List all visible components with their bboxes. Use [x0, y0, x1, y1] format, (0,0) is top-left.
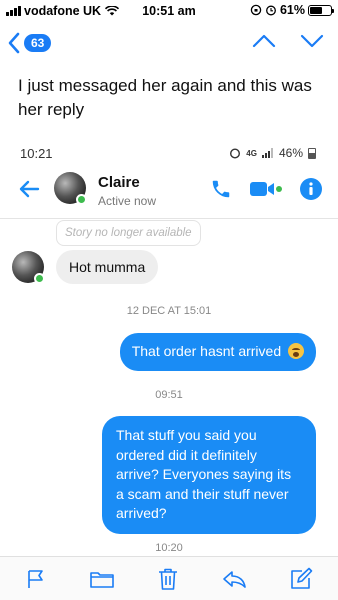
down-chevron-icon[interactable] [300, 34, 324, 48]
alarm-icon [230, 148, 241, 159]
folder-button[interactable] [89, 568, 115, 590]
reply-button[interactable] [221, 568, 247, 590]
incoming-message: Hot mumma [56, 250, 159, 284]
message-timestamp: 12 DEC AT 15:01 [126, 305, 212, 317]
info-icon[interactable] [300, 178, 322, 200]
message-text: That order hasnt arrived [131, 343, 282, 359]
mail-toolbar [0, 556, 338, 600]
message-timestamp: 09:51 [155, 389, 183, 401]
status-bar: vodafone UK 10:51 am 61% [0, 0, 338, 22]
orientation-lock-icon [250, 4, 262, 16]
back-chevron-icon [8, 32, 20, 54]
unread-count-badge: 63 [24, 34, 52, 52]
flag-icon [28, 569, 43, 588]
fearful-face-emoji-icon [288, 343, 304, 359]
screenshot-time: 10:21 [20, 146, 53, 161]
outgoing-message: That stuff you said you ordered did it d… [102, 416, 316, 534]
compose-icon [291, 567, 313, 589]
battery-icon [308, 147, 316, 159]
folder-icon [90, 571, 114, 588]
mail-nav-bar: 63 [0, 22, 338, 66]
video-call-icon[interactable] [250, 180, 282, 198]
network-label: 4G [246, 148, 257, 158]
contact-avatar[interactable] [54, 172, 87, 205]
conversation-header: Claire Active now [0, 170, 338, 210]
battery-percent: 61% [279, 3, 305, 17]
contact-name: Claire [98, 174, 140, 191]
compose-button[interactable] [289, 567, 313, 591]
trash-icon [159, 568, 177, 590]
flag-button[interactable] [25, 568, 47, 590]
signal-icon [261, 148, 273, 158]
contact-status: Active now [98, 194, 157, 208]
sender-avatar[interactable] [12, 251, 45, 284]
trash-button[interactable] [157, 567, 179, 591]
messenger-screenshot: 10:21 4G 46% Claire Active now Story no … [0, 138, 338, 558]
phone-icon[interactable] [210, 178, 232, 200]
back-arrow-icon[interactable] [18, 180, 40, 198]
post-text: I just messaged her again and this was h… [18, 76, 312, 119]
battery-icon [308, 4, 334, 16]
back-button[interactable]: 63 [8, 32, 52, 54]
header-divider [0, 218, 338, 219]
reply-icon [223, 570, 246, 588]
message-timestamp: 10:20 [155, 542, 183, 554]
online-indicator [76, 194, 87, 205]
story-unavailable-notice: Story no longer available [56, 220, 201, 246]
screenshot-battery-percent: 46% [278, 146, 303, 160]
alarm-icon [266, 5, 276, 16]
up-chevron-icon[interactable] [252, 34, 276, 48]
screenshot-status-bar: 10:21 4G 46% [0, 146, 338, 166]
online-indicator [34, 273, 45, 284]
outgoing-message: That order hasnt arrived [119, 333, 316, 371]
